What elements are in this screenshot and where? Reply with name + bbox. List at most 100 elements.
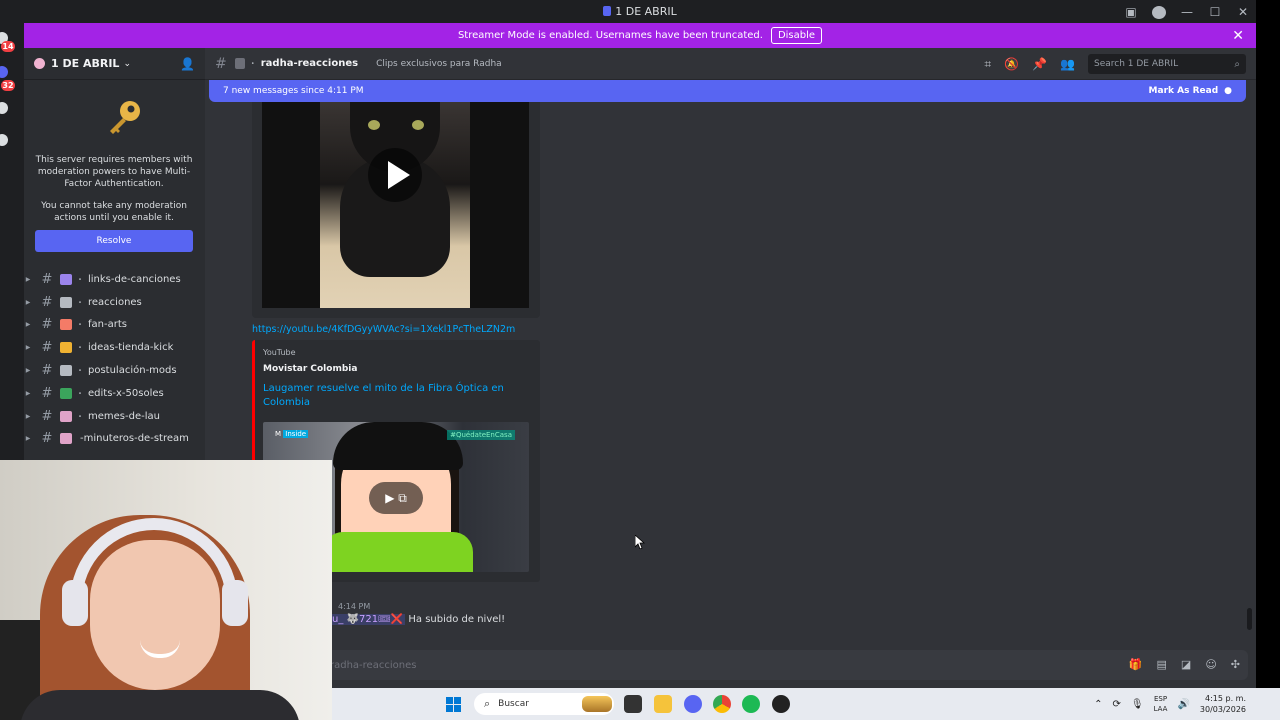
mfa-message: This server requires members with modera… <box>35 155 193 189</box>
caret-right-icon[interactable]: ▶ <box>24 390 34 397</box>
server-header[interactable]: 1 DE ABRIL ⌄ 👤 <box>24 48 205 80</box>
channel-label: -minuteros-de-stream <box>80 433 189 445</box>
embed-author[interactable]: Movistar Colombia <box>263 364 357 374</box>
volume-icon[interactable]: 🔊 <box>1177 699 1189 710</box>
close-window-button[interactable]: ✕ <box>1236 5 1250 19</box>
new-messages-bar[interactable]: 7 new messages since 4:11 PM Mark As Rea… <box>209 80 1246 102</box>
chevron-down-icon: ⌄ <box>123 58 131 69</box>
thumbnail-hashtag: #QuédateEnCasa <box>447 430 515 440</box>
apps-icon[interactable]: ✣ <box>1231 658 1240 671</box>
sidebar-channel-item[interactable]: ▶ # ・ fan-arts <box>24 314 205 337</box>
threads-icon[interactable]: ⌗ <box>984 57 991 72</box>
server-icon[interactable] <box>0 66 8 78</box>
username[interactable]: u_ 🐺721🎟❌ <box>330 614 406 625</box>
windows-taskbar: ⌕ Buscar ⌃ ⟳ 🎙 ESP LAA 🔊 4:15 p. m. 30/0… <box>332 688 1280 720</box>
invite-people-icon[interactable]: 👤 <box>180 57 195 71</box>
spotify-icon[interactable] <box>742 695 760 713</box>
help-icon[interactable]: ? <box>1152 5 1166 19</box>
sidebar-channel-item[interactable]: ▶ # ・ reacciones <box>24 291 205 314</box>
disable-streamer-button[interactable]: Disable <box>770 27 823 44</box>
channel-emoji-icon <box>60 296 72 308</box>
gif-icon[interactable]: ▤ <box>1157 658 1167 671</box>
channel-label: memes-de-lau <box>88 410 160 422</box>
play-icon[interactable] <box>368 148 422 202</box>
embed-title[interactable]: Laugamer resuelve el mito de la Fibra Óp… <box>263 382 523 410</box>
channel-topic[interactable]: Clips exclusivos para Radha <box>376 59 502 69</box>
window-title: 1 DE ABRIL <box>603 5 677 18</box>
sidebar-channel-item[interactable]: ▶ # ・ memes-de-lau <box>24 405 205 428</box>
movistar-logo: M Inside <box>275 430 309 438</box>
channel-emoji-icon <box>234 58 245 69</box>
task-view-icon[interactable] <box>624 695 642 713</box>
channel-sidebar: 1 DE ABRIL ⌄ 👤 This server requires memb… <box>24 48 205 460</box>
file-explorer-icon[interactable] <box>654 695 672 713</box>
system-tray: ⌃ ⟳ 🎙 ESP LAA 🔊 4:15 p. m. 30/03/2026 <box>1094 688 1246 720</box>
embed-provider[interactable]: YouTube <box>263 348 296 357</box>
resolve-button[interactable]: Resolve <box>35 230 193 252</box>
message-input[interactable]: radha-reacciones 🎁 ▤ ◪ ☺ ✣ <box>215 650 1248 680</box>
chrome-icon[interactable] <box>713 695 731 713</box>
channel-label: edits-x-50soles <box>88 387 164 399</box>
sidebar-channel-item[interactable]: ▶ # ・ edits-x-50soles <box>24 382 205 405</box>
caret-right-icon[interactable]: ▶ <box>24 276 34 283</box>
sidebar-channel-item[interactable]: ▶ # ・ links-de-canciones <box>24 268 205 291</box>
channel-label: postulación-mods <box>88 365 177 377</box>
caret-right-icon[interactable]: ▶ <box>24 344 34 351</box>
close-icon[interactable]: ✕ <box>1232 28 1244 44</box>
hash-icon: # <box>41 317 53 333</box>
obs-icon[interactable] <box>772 695 790 713</box>
sidebar-channel-item[interactable]: ▶ # -minuteros-de-stream <box>24 428 205 451</box>
sidebar-channel-item[interactable]: ▶ # ・ postulación-mods <box>24 359 205 382</box>
maximize-button[interactable]: ☐ <box>1208 5 1222 19</box>
channel-name: radha-reacciones <box>260 58 359 69</box>
windows-start-icon[interactable] <box>446 697 461 712</box>
message-link[interactable]: https://youtu.be/4KfDGyyWVAc?si=1Xekl1Pc… <box>252 324 515 335</box>
pin-icon[interactable]: 📌 <box>1032 57 1047 71</box>
chat-area: # ・ radha-reacciones Clips exclusivos pa… <box>205 48 1256 688</box>
sync-icon[interactable]: ⟳ <box>1113 699 1121 710</box>
caret-right-icon[interactable]: ▶ <box>24 299 34 306</box>
hash-icon: # <box>215 55 227 72</box>
inbox-icon[interactable]: ▣ <box>1124 5 1138 19</box>
scrollbar[interactable] <box>1247 608 1252 630</box>
sidebar-channel-item[interactable]: ▶ # ・ ideas-tienda-kick <box>24 336 205 359</box>
hash-icon: # <box>41 363 53 379</box>
caret-right-icon[interactable]: ▶ <box>24 321 34 328</box>
add-server-icon[interactable] <box>0 102 8 114</box>
mfa-submessage: You cannot take any moderation actions u… <box>41 201 187 223</box>
taskbar-clock[interactable]: 4:15 p. m. 30/03/2026 <box>1200 693 1246 715</box>
message-text: Ha subido de nivel! <box>408 614 506 625</box>
hash-icon: # <box>41 408 53 424</box>
member-list-icon[interactable]: 👥 <box>1060 57 1075 71</box>
hash-icon: # <box>41 271 53 287</box>
mention-badge: 32 <box>1 80 15 91</box>
chevron-up-icon[interactable]: ⌃ <box>1094 699 1102 710</box>
gift-icon[interactable]: 🎁 <box>1129 658 1143 671</box>
caret-right-icon[interactable]: ▶ <box>24 435 34 442</box>
video-attachment[interactable] <box>252 102 540 318</box>
taskbar-search[interactable]: ⌕ Buscar <box>474 693 614 715</box>
hash-icon: # <box>41 340 53 356</box>
sticker-icon[interactable]: ◪ <box>1181 658 1191 671</box>
emoji-icon[interactable]: ☺ <box>1205 658 1216 671</box>
streamer-mode-banner: Streamer Mode is enabled. Usernames have… <box>24 23 1256 48</box>
search-icon: ⌕ <box>1234 58 1240 70</box>
minimize-button[interactable]: — <box>1180 5 1194 19</box>
caret-right-icon[interactable]: ▶ <box>24 413 34 420</box>
mark-as-read-button[interactable]: Mark As Read <box>1149 86 1219 96</box>
microphone-icon[interactable]: 🎙 <box>1131 699 1144 710</box>
hash-icon: # <box>41 431 53 447</box>
search-input[interactable]: Search 1 DE ABRIL ⌕ <box>1088 54 1246 74</box>
header-toolbar: ⌗ 🔕 📌 👥 Search 1 DE ABRIL ⌕ <box>984 54 1246 74</box>
composer-toolbar: 🎁 ▤ ◪ ☺ ✣ <box>1129 658 1240 671</box>
caret-right-icon[interactable]: ▶ <box>24 367 34 374</box>
new-messages-text: 7 new messages since 4:11 PM <box>223 86 364 96</box>
discord-taskbar-icon[interactable] <box>684 695 702 713</box>
play-icon[interactable]: ▶ ⧉ <box>369 482 423 514</box>
language-indicator[interactable]: ESP LAA <box>1154 694 1168 714</box>
notifications-muted-icon[interactable]: 🔕 <box>1004 57 1019 71</box>
explore-icon[interactable] <box>0 134 8 146</box>
search-highlight-image <box>582 696 612 712</box>
channel-emoji-icon <box>60 319 72 331</box>
window-titlebar: 1 DE ABRIL ▣ ? — ☐ ✕ <box>24 0 1256 23</box>
